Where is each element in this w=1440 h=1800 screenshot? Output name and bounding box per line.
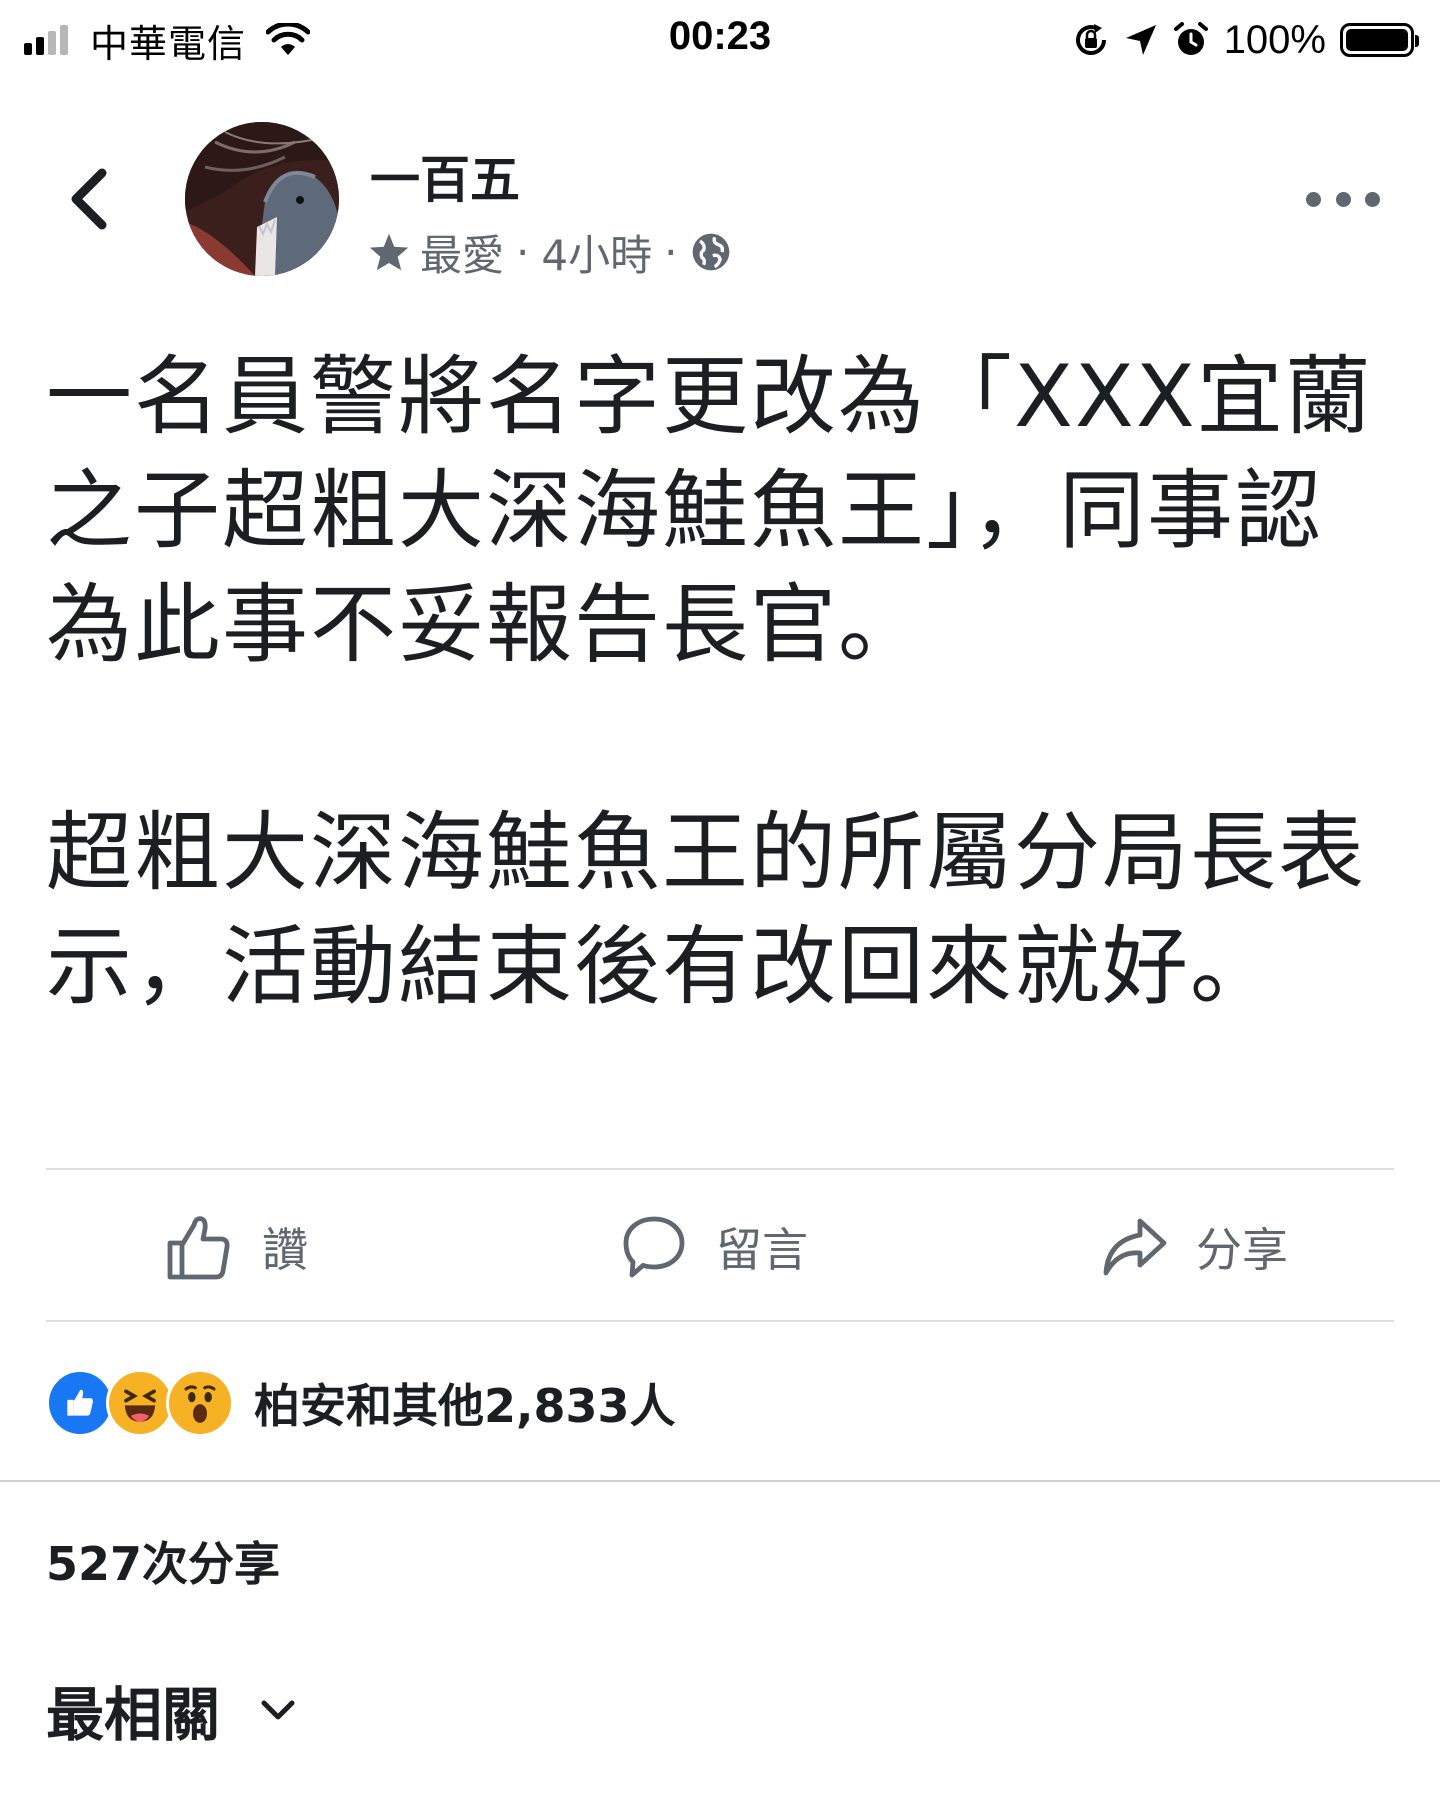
favorite-label: 最愛 <box>420 230 505 280</box>
author-avatar[interactable] <box>185 122 339 276</box>
post-meta: 最愛 · 4小時 · <box>368 222 733 282</box>
star-icon <box>368 232 410 272</box>
share-label: 分享 <box>1196 1223 1288 1277</box>
comment-bubble-icon <box>623 1216 685 1278</box>
meta-separator: · <box>516 227 530 277</box>
reactions-summary[interactable]: 柏安和其他2,833人 <box>46 1366 676 1440</box>
post-action-bar: 讚 留言 分享 <box>46 1170 1394 1324</box>
share-arrow-icon <box>1103 1218 1167 1276</box>
dot <box>1335 191 1351 207</box>
divider <box>46 1320 1394 1322</box>
dot <box>1365 191 1380 207</box>
comment-label: 留言 <box>716 1223 808 1277</box>
reaction-icons <box>46 1369 234 1437</box>
status-bar: 中華電信 00:23 100% <box>0 0 1440 80</box>
section-divider <box>0 1480 1440 1482</box>
comment-button[interactable]: 留言 <box>618 1170 808 1324</box>
location-arrow-icon <box>1124 23 1158 57</box>
share-button[interactable]: 分享 <box>1098 1170 1288 1324</box>
orientation-lock-icon <box>1072 21 1110 59</box>
chevron-left-icon <box>71 168 107 230</box>
chevron-down-icon <box>260 1698 296 1722</box>
post-text: 一名員警將名字更改為「XXX宜蘭之子超粗大深海鮭魚王」，同事認為此事不妥報告長官… <box>46 340 1406 1024</box>
post-paragraph: 超粗大深海鮭魚王的所屬分局長表示，活動結束後有改回來就好。 <box>46 803 1366 1017</box>
like-reaction-icon <box>46 1369 114 1437</box>
comments-sort-label: 最相關 <box>46 1681 221 1749</box>
like-button[interactable]: 讚 <box>164 1170 308 1324</box>
more-options-button[interactable] <box>1306 184 1380 214</box>
thumbs-up-icon <box>167 1216 230 1280</box>
post-time[interactable]: 4小時 <box>541 222 652 283</box>
status-right: 100% <box>1058 14 1419 66</box>
meta-separator: · <box>664 227 678 277</box>
author-name[interactable]: 一百五 <box>370 140 520 212</box>
alarm-icon <box>1172 21 1210 59</box>
globe-icon <box>689 230 733 274</box>
shares-count[interactable]: 527次分享 <box>46 1528 280 1594</box>
shark-plush-avatar-image <box>185 122 339 276</box>
wow-reaction-icon <box>166 1369 234 1437</box>
reactions-count-text: 柏安和其他2,833人 <box>254 1379 676 1433</box>
battery-percent: 100% <box>1223 17 1326 62</box>
like-label: 讚 <box>262 1223 308 1277</box>
post-paragraph: 一名員警將名字更改為「XXX宜蘭之子超粗大深海鮭魚王」，同事認為此事不妥報告長官… <box>46 347 1373 675</box>
battery-icon <box>1340 23 1419 57</box>
haha-reaction-icon <box>106 1369 174 1437</box>
back-button[interactable] <box>58 158 118 240</box>
dot <box>1306 191 1321 207</box>
comments-sort-dropdown[interactable]: 最相關 <box>46 1670 296 1750</box>
